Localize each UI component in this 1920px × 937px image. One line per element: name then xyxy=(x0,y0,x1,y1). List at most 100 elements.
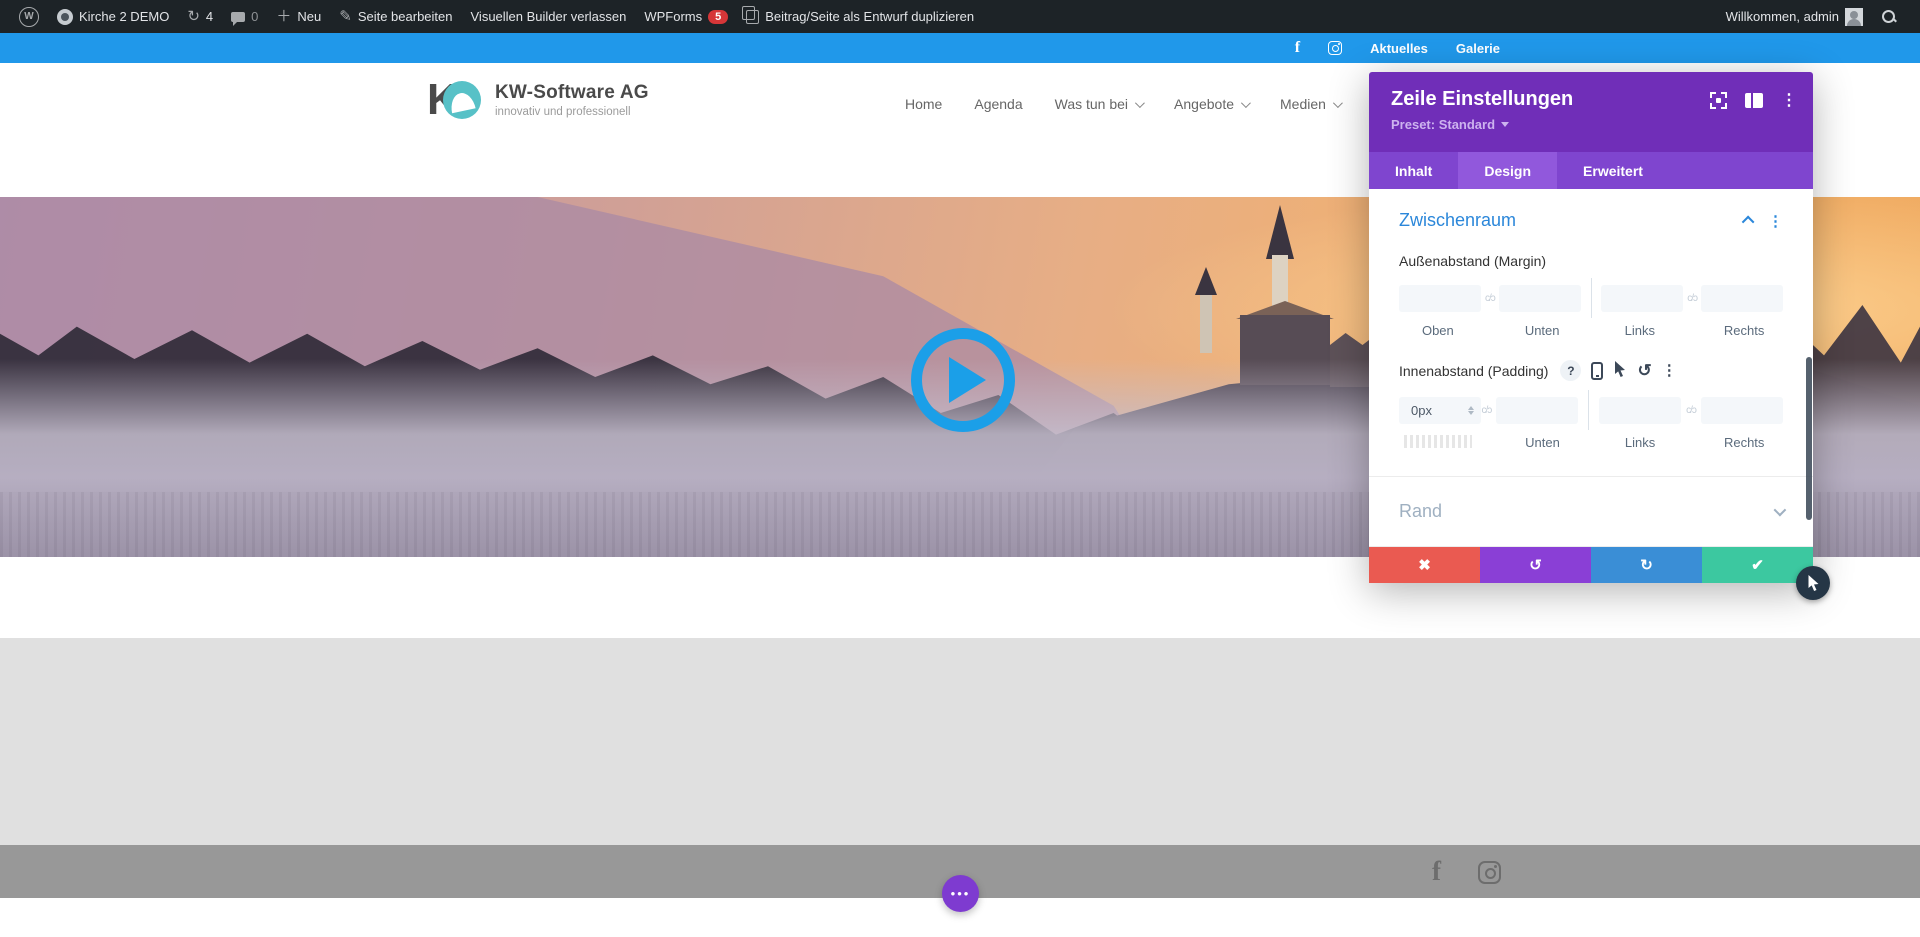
row-settings-panel: Zeile Einstellungen Preset: Standard ⋮ I… xyxy=(1369,72,1813,583)
chevron-down-icon[interactable] xyxy=(1774,504,1787,517)
section-kebab-icon[interactable]: ⋮ xyxy=(1768,212,1783,230)
hover-state-stripes xyxy=(1404,435,1472,448)
margin-bottom-input[interactable] xyxy=(1499,285,1581,312)
value-stepper[interactable] xyxy=(1465,397,1476,424)
edit-page-label: Seite bearbeiten xyxy=(358,9,453,24)
instagram-icon[interactable] xyxy=(1328,41,1342,55)
chevron-down-icon xyxy=(1333,98,1343,108)
panel-scrollbar[interactable] xyxy=(1806,357,1812,520)
nav-item-agenda[interactable]: Agenda xyxy=(974,96,1022,112)
margin-left-input[interactable] xyxy=(1601,285,1683,312)
logo-subtitle: innovativ und professionell xyxy=(495,106,649,118)
secondary-link-aktuelles[interactable]: Aktuelles xyxy=(1370,41,1428,56)
focus-mode-icon[interactable] xyxy=(1710,92,1727,109)
check-icon: ✔ xyxy=(1751,556,1764,574)
page: W Kirche 2 DEMO ↻ 4 0 ＋ Neu ✎ Seite bear… xyxy=(0,0,1920,937)
split-view-icon[interactable] xyxy=(1745,93,1763,108)
secondary-link-galerie[interactable]: Galerie xyxy=(1456,41,1500,56)
field-kebab-icon[interactable]: ⋮ xyxy=(1662,363,1677,378)
section-title-rand: Rand xyxy=(1399,501,1442,522)
tab-inhalt[interactable]: Inhalt xyxy=(1369,152,1458,189)
margin-labels-row: Oben Unten Links Rechts xyxy=(1399,323,1783,338)
panel-body: Zwischenraum ⋮ Außenabstand (Margin) c/ɔ… xyxy=(1369,189,1813,547)
duplicate-post-menu[interactable]: Beitrag/Seite als Entwurf duplizieren xyxy=(737,0,983,33)
preset-selector[interactable]: Preset: Standard xyxy=(1391,117,1793,132)
video-play-button[interactable] xyxy=(911,328,1015,432)
hero-small-tower xyxy=(1200,293,1212,353)
panel-options-kebab-icon[interactable]: ⋮ xyxy=(1781,93,1797,109)
margin-fields-row: c/ɔ c/ɔ xyxy=(1399,278,1783,318)
duplicate-label: Beitrag/Seite als Entwurf duplizieren xyxy=(765,9,974,24)
redo-button[interactable]: ↻ xyxy=(1591,547,1702,583)
panel-header-icons: ⋮ xyxy=(1710,92,1797,109)
exit-builder-label: Visuellen Builder verlassen xyxy=(471,9,627,24)
new-content-menu[interactable]: ＋ Neu xyxy=(267,0,330,33)
admin-search[interactable] xyxy=(1872,0,1906,33)
divi-section-more-button[interactable]: ••• xyxy=(942,875,979,912)
footer-instagram-icon[interactable] xyxy=(1478,861,1501,884)
panel-drag-handle[interactable] xyxy=(1796,566,1830,600)
panel-action-buttons: ✖ ↺ ↻ ✔ xyxy=(1369,547,1813,583)
secondary-menu-bar: f Aktuelles Galerie xyxy=(0,33,1920,63)
wordpress-logo-icon: W xyxy=(19,7,39,27)
panel-header[interactable]: Zeile Einstellungen Preset: Standard ⋮ xyxy=(1369,72,1813,152)
tab-design[interactable]: Design xyxy=(1458,152,1557,189)
footer-facebook-icon[interactable]: f xyxy=(1432,856,1441,887)
margin-right-input[interactable] xyxy=(1701,285,1783,312)
my-account-menu[interactable]: Willkommen, admin xyxy=(1717,0,1872,33)
link-values-icon[interactable]: c/ɔ xyxy=(1681,405,1701,416)
edit-page-menu[interactable]: ✎ Seite bearbeiten xyxy=(330,0,461,33)
undo-icon: ↺ xyxy=(1529,556,1542,574)
padding-left-input[interactable] xyxy=(1599,397,1681,424)
updates-count: 4 xyxy=(206,9,213,24)
chevron-down-icon xyxy=(1135,98,1145,108)
responsive-phone-icon[interactable] xyxy=(1591,362,1603,380)
site-favicon-icon xyxy=(57,9,73,25)
section-toggle-rand[interactable]: Rand xyxy=(1399,477,1783,546)
link-values-icon[interactable]: c/ɔ xyxy=(1481,293,1499,304)
margin-top-input[interactable] xyxy=(1399,285,1481,312)
hover-cursor-icon[interactable] xyxy=(1613,361,1627,380)
comments-menu[interactable]: 0 xyxy=(222,0,267,33)
tab-erweitert[interactable]: Erweitert xyxy=(1557,152,1669,189)
padding-right-input[interactable] xyxy=(1701,397,1783,424)
site-name-menu[interactable]: Kirche 2 DEMO xyxy=(48,0,178,33)
facebook-icon[interactable]: f xyxy=(1295,39,1300,57)
updates-icon: ↻ xyxy=(187,9,200,24)
chevron-up-icon[interactable] xyxy=(1742,216,1755,229)
padding-labels-row: Unten Links Rechts xyxy=(1399,435,1783,450)
padding-fields-row: c/ɔ c/ɔ xyxy=(1399,390,1783,430)
ellipsis-icon: ••• xyxy=(951,886,971,901)
undo-button[interactable]: ↺ xyxy=(1480,547,1591,583)
link-values-icon[interactable]: c/ɔ xyxy=(1476,405,1496,416)
nav-item-home[interactable]: Home xyxy=(905,96,942,112)
nav-item-was-tun-bei[interactable]: Was tun bei xyxy=(1055,96,1142,112)
comments-count: 0 xyxy=(251,9,258,24)
nav-item-angebote[interactable]: Angebote xyxy=(1174,96,1248,112)
nav-item-medien[interactable]: Medien xyxy=(1280,96,1340,112)
site-logo[interactable]: K KW-Software AG innovativ und professio… xyxy=(427,78,649,122)
reset-icon[interactable]: ↺ xyxy=(1637,362,1651,379)
margin-group-label: Außenabstand (Margin) xyxy=(1399,253,1783,269)
exit-visual-builder-menu[interactable]: Visuellen Builder verlassen xyxy=(462,0,636,33)
wpforms-badge: 5 xyxy=(708,10,728,24)
redo-icon: ↻ xyxy=(1640,556,1653,574)
avatar xyxy=(1845,8,1863,26)
help-icon[interactable]: ? xyxy=(1560,360,1581,381)
new-label: Neu xyxy=(297,9,321,24)
comments-icon xyxy=(231,12,245,22)
wpforms-menu[interactable]: WPForms 5 xyxy=(635,0,737,33)
padding-bottom-input[interactable] xyxy=(1496,397,1578,424)
play-icon xyxy=(949,357,986,403)
content-gray-section xyxy=(0,638,1920,845)
site-name: Kirche 2 DEMO xyxy=(79,9,169,24)
admin-bar-left: W Kirche 2 DEMO ↻ 4 0 ＋ Neu ✎ Seite bear… xyxy=(0,0,983,33)
updates-menu[interactable]: ↻ 4 xyxy=(178,0,222,33)
wp-logo-menu[interactable]: W xyxy=(10,0,48,33)
welcome-label: Willkommen, admin xyxy=(1726,9,1839,24)
close-icon: ✖ xyxy=(1418,556,1431,574)
discard-button[interactable]: ✖ xyxy=(1369,547,1480,583)
section-toggle-zwischenraum[interactable]: Zwischenraum ⋮ xyxy=(1399,189,1783,231)
link-values-icon[interactable]: c/ɔ xyxy=(1683,293,1701,304)
chevron-down-icon xyxy=(1241,98,1251,108)
